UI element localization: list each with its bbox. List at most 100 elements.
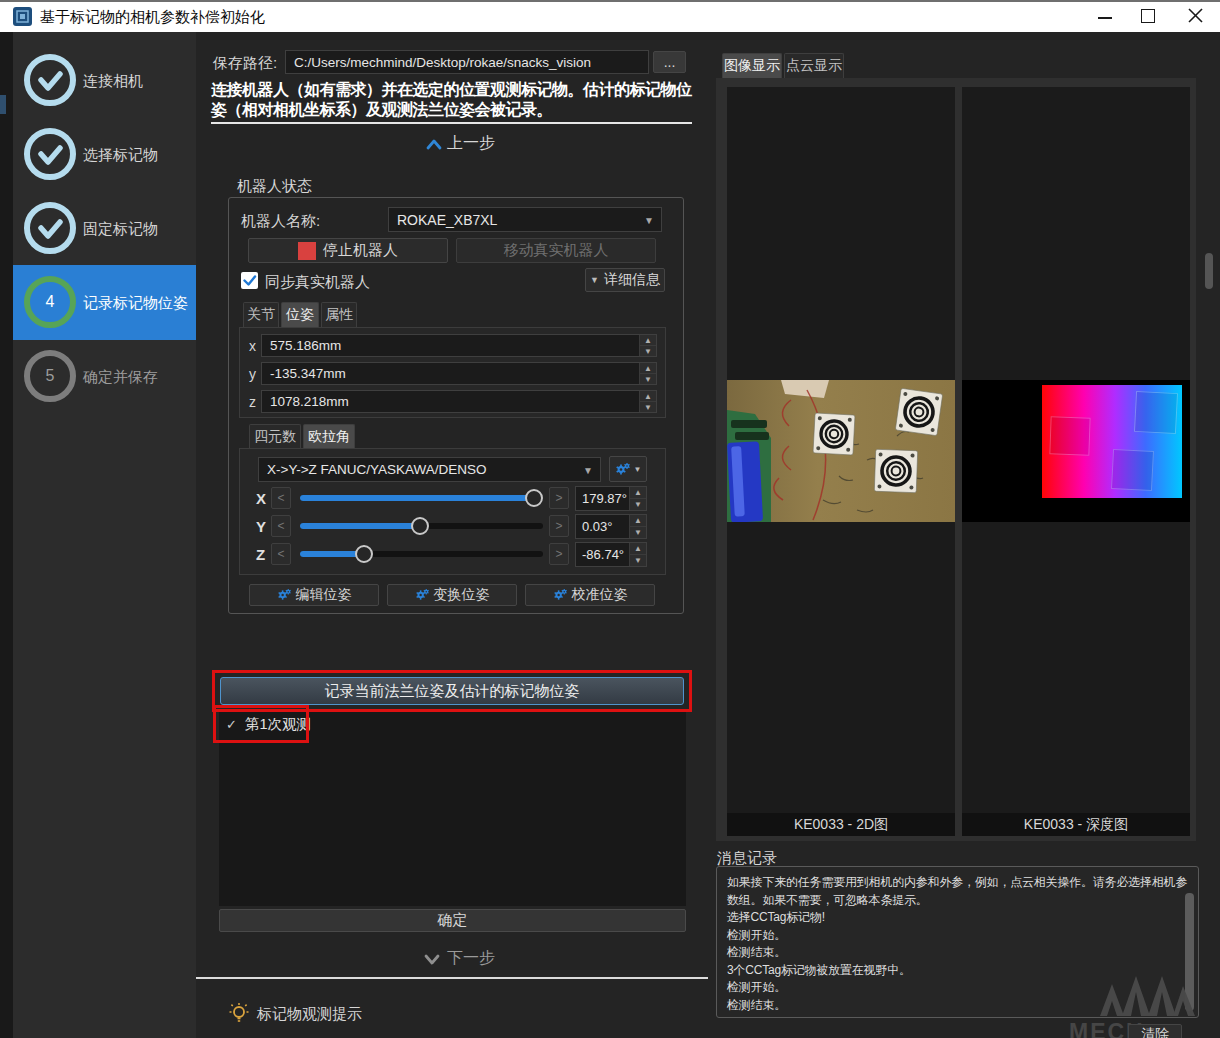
robot-status-label: 机器人状态 [237, 177, 312, 196]
log-line: 检测结束。 [727, 944, 1198, 962]
sidebar-item-select-marker[interactable]: 选择标记物 [83, 146, 158, 165]
slider-y-inc-button[interactable]: > [549, 515, 569, 537]
spin-arrows[interactable]: ▲▼ [629, 487, 646, 510]
x-axis-label: x [249, 338, 256, 354]
tab-joints[interactable]: 关节 [243, 302, 279, 327]
divider-top [211, 122, 692, 124]
slider-y-handle[interactable] [411, 517, 429, 535]
window-title: 基于标记物的相机参数补偿初始化 [40, 8, 265, 27]
next-step-button[interactable]: 下一步 [447, 948, 495, 969]
image-2d-caption: KE0033 - 2D图 [794, 816, 888, 834]
spin-arrows[interactable]: ▲▼ [629, 543, 646, 566]
save-path-input[interactable]: C:/Users/mechmind/Desktop/rokae/snacks_v… [285, 50, 649, 74]
gear-icon [553, 588, 568, 602]
sidebar-item-connect-camera[interactable]: 连接相机 [83, 72, 143, 91]
tab-properties[interactable]: 属性 [321, 302, 357, 327]
slider-y-fill [300, 523, 420, 529]
image-2d-caption-bar: KE0033 - 2D图 [727, 813, 955, 836]
intro-text: 连接机器人（如有需求）并在选定的位置观测标记物。估计的标记物位姿（相对相机坐标系… [211, 80, 693, 120]
slider-x-value[interactable]: 179.87° ▲▼ [575, 486, 647, 511]
sidebar-item-record-pose[interactable]: 记录标记物位姿 [83, 294, 188, 313]
chevron-down-icon: ▼ [590, 275, 599, 285]
slider-z-dec-button[interactable]: < [271, 543, 291, 565]
stop-icon [298, 242, 316, 260]
lightbulb-icon [228, 1002, 250, 1028]
slider-y-label: Y [256, 518, 266, 535]
step1-check-icon[interactable] [23, 53, 77, 111]
slider-z-value[interactable]: -86.74° ▲▼ [575, 542, 647, 567]
stop-robot-button[interactable]: 停止机器人 [248, 238, 448, 263]
slider-z-inc-button[interactable]: > [549, 543, 569, 565]
sidebar-item-confirm-save[interactable]: 确定并保存 [83, 368, 158, 387]
depth-gradient [1042, 385, 1182, 498]
slider-z-handle[interactable] [355, 545, 373, 563]
gear-icon [415, 588, 430, 602]
slider-y-dec-button[interactable]: < [271, 515, 291, 537]
tab-quaternion[interactable]: 四元数 [249, 424, 301, 448]
camera-2d-image[interactable] [727, 380, 955, 522]
log-line: 如果接下来的任务需要用到相机的内参和外参，例如，点云相关操作。请务必选择相机参数… [727, 874, 1198, 909]
step3-check-icon[interactable] [23, 201, 77, 259]
close-button[interactable] [1188, 8, 1203, 23]
right-scrollbar-thumb[interactable] [1205, 253, 1213, 289]
y-value-spinbox[interactable]: -135.347mm ▲▼ [261, 362, 657, 385]
transform-pose-button[interactable]: 变换位姿 [387, 584, 517, 606]
left-edge-accent [0, 95, 6, 114]
sync-checkbox[interactable] [241, 272, 258, 289]
save-path-label: 保存路径: [213, 54, 277, 73]
left-edge-strip [0, 32, 13, 1038]
step2-check-icon[interactable] [23, 127, 77, 185]
log-line: 检测开始。 [727, 927, 1198, 945]
gear-icon [277, 588, 292, 602]
spin-arrows[interactable]: ▲▼ [639, 335, 656, 356]
annotation-observation [213, 705, 309, 743]
z-axis-label: z [249, 394, 256, 410]
move-robot-button[interactable]: 移动真实机器人 [456, 238, 656, 263]
euler-convention-dropdown[interactable]: X->Y->Z FANUC/YASKAWA/DENSO▼ [258, 457, 601, 482]
app-icon [13, 7, 32, 26]
spin-arrows[interactable]: ▲▼ [639, 391, 656, 412]
step5-number: 5 [23, 349, 77, 403]
slider-x-inc-button[interactable]: > [549, 487, 569, 509]
robot-name-dropdown[interactable]: ROKAE_XB7XL▼ [388, 207, 662, 232]
marker-tips-link[interactable]: 标记物观测提示 [257, 1005, 362, 1024]
chevron-down-icon[interactable] [424, 951, 440, 969]
tab-euler[interactable]: 欧拉角 [303, 424, 355, 448]
log-line: 选择CCTag标记物! [727, 909, 1198, 927]
maximize-button[interactable] [1141, 9, 1155, 23]
tab-pose[interactable]: 位姿 [281, 302, 319, 327]
confirm-button[interactable]: 确定 [219, 909, 686, 932]
mechmind-watermark-logo [1100, 974, 1195, 1024]
robot-name-label: 机器人名称: [241, 212, 320, 231]
details-button[interactable]: ▼ 详细信息 [585, 268, 665, 292]
edit-pose-button[interactable]: 编辑位姿 [249, 584, 379, 606]
y-axis-label: y [249, 366, 256, 382]
calibrate-pose-button[interactable]: 校准位姿 [525, 584, 655, 606]
clear-log-button[interactable]: 清除 [1128, 1024, 1182, 1038]
slider-x-label: X [256, 490, 266, 507]
slider-z-label: Z [256, 546, 265, 563]
spin-arrows[interactable]: ▲▼ [629, 515, 646, 538]
euler-gear-button[interactable]: ▼ [609, 456, 647, 482]
chevron-down-icon: ▼ [634, 465, 642, 474]
minimize-button[interactable] [1098, 17, 1112, 19]
chevron-up-icon[interactable] [426, 136, 442, 154]
camera-depth-image[interactable] [962, 380, 1190, 522]
x-value-spinbox[interactable]: 575.186mm ▲▼ [261, 334, 657, 357]
slider-x-fill [300, 495, 534, 501]
sidebar-item-fix-marker[interactable]: 固定标记物 [83, 220, 158, 239]
slider-y-value[interactable]: 0.03° ▲▼ [575, 514, 647, 539]
image-depth-caption-bar: KE0033 - 深度图 [962, 813, 1190, 836]
step4-number: 4 [23, 275, 77, 329]
slider-x-handle[interactable] [525, 489, 543, 507]
browse-button[interactable]: ... [653, 51, 686, 73]
z-value-spinbox[interactable]: 1078.218mm ▲▼ [261, 390, 657, 413]
divider-bottom [196, 977, 708, 979]
sync-robot-label: 同步真实机器人 [265, 273, 370, 292]
tab-pointcloud-display[interactable]: 点云显示 [784, 53, 844, 78]
prev-step-button[interactable]: 上一步 [447, 133, 495, 154]
spin-arrows[interactable]: ▲▼ [639, 363, 656, 384]
slider-x-dec-button[interactable]: < [271, 487, 291, 509]
tab-image-display[interactable]: 图像显示 [722, 53, 782, 78]
gear-icon [615, 462, 631, 477]
